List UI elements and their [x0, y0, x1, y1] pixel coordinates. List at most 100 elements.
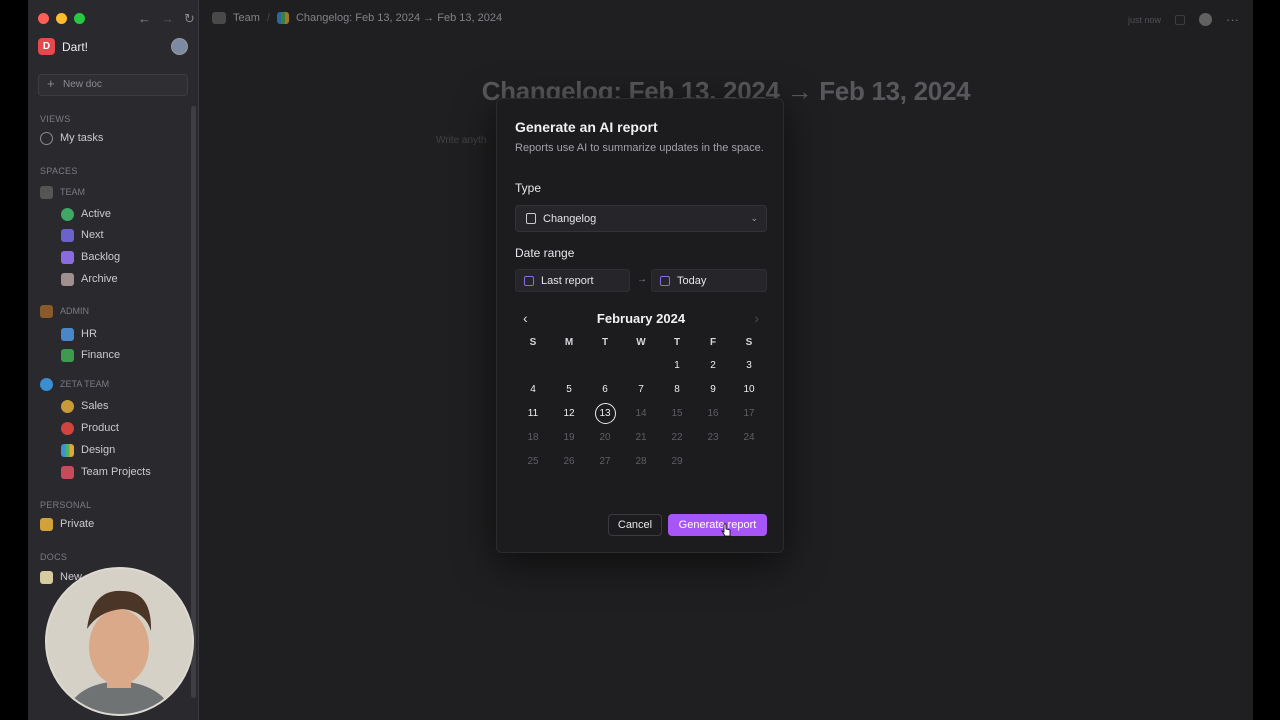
- lock-icon: [40, 517, 53, 531]
- workspace-switcher[interactable]: D Dart!: [38, 38, 88, 55]
- space-label: ADMIN: [60, 306, 89, 316]
- space-team[interactable]: TEAM: [40, 183, 85, 201]
- calendar-day-disabled: 21: [635, 431, 647, 443]
- sidebar-item-finance[interactable]: Finance: [61, 346, 120, 364]
- calendar-month: February 2024: [596, 310, 686, 326]
- history-nav: ← → ↻: [138, 11, 195, 27]
- calendar-day[interactable]: 7: [623, 377, 659, 401]
- layers-icon: [61, 250, 74, 264]
- sidebar-item-product[interactable]: Product: [61, 419, 119, 437]
- bar-chart-icon: [61, 443, 74, 457]
- calendar-day[interactable]: 9: [695, 377, 731, 401]
- back-arrow-icon[interactable]: ←: [138, 11, 151, 27]
- sidebar-item-design[interactable]: Design: [61, 441, 115, 459]
- date-from-field[interactable]: Last report: [515, 269, 630, 292]
- sidebar-item-label: Archive: [81, 273, 118, 285]
- calendar-day[interactable]: 4: [515, 377, 551, 401]
- sidebar-item-label: My tasks: [60, 132, 104, 144]
- calendar-day-disabled: 28: [635, 455, 647, 467]
- calendar-day-disabled: 14: [635, 407, 647, 419]
- sidebar-item-label: Next: [81, 229, 104, 241]
- sidebar-item-hr[interactable]: HR: [61, 325, 97, 343]
- workspace-name: Dart!: [62, 39, 89, 54]
- calendar-day[interactable]: 2: [695, 353, 731, 377]
- calendar-day[interactable]: 5: [551, 377, 587, 401]
- sidebar-item-label: Product: [81, 422, 119, 434]
- calendar-day-disabled: 25: [527, 455, 539, 467]
- next-month-icon: ›: [754, 310, 759, 326]
- date-to-field[interactable]: Today: [651, 269, 767, 292]
- empty-day: [551, 353, 587, 377]
- sidebar-item-archive[interactable]: Archive: [61, 270, 118, 288]
- selected-day-value: 13: [594, 402, 616, 424]
- minimize-window-button[interactable]: [56, 13, 67, 24]
- globe-icon: [40, 377, 53, 391]
- refresh-icon[interactable]: ↻: [184, 11, 195, 27]
- empty-day: [587, 353, 623, 377]
- rocket-icon: [61, 465, 74, 479]
- sidebar-item-next[interactable]: Next: [61, 226, 104, 244]
- type-select[interactable]: Changelog ⌄: [515, 205, 767, 232]
- webcam-overlay: [45, 567, 194, 716]
- empty-day: [623, 353, 659, 377]
- cancel-button[interactable]: Cancel: [608, 514, 662, 536]
- sidebar-item-team-projects[interactable]: Team Projects: [61, 463, 151, 481]
- sidebar-item-active[interactable]: Active: [61, 205, 111, 223]
- generate-report-button[interactable]: Generate report: [668, 514, 767, 536]
- sidebar-item-backlog[interactable]: Backlog: [61, 248, 120, 266]
- calendar-day[interactable]: 3: [731, 353, 767, 377]
- calendar-day[interactable]: 10: [731, 377, 767, 401]
- calendar-grid: S M T W T F S 1 2 3 4 5 6 7 8 9 10 11 12…: [515, 335, 767, 473]
- calendar-day[interactable]: 12: [551, 401, 587, 425]
- prev-month-icon[interactable]: ‹: [523, 310, 528, 326]
- new-doc-button[interactable]: + New doc: [38, 74, 188, 96]
- sidebar-item-sales[interactable]: Sales: [61, 397, 109, 415]
- calendar-day-selected[interactable]: 13: [587, 401, 623, 425]
- space-label: TEAM: [60, 187, 86, 197]
- dart-logo-icon: D: [38, 38, 55, 55]
- sidebar-item-my-tasks[interactable]: My tasks: [40, 129, 103, 147]
- space-admin[interactable]: ADMIN: [40, 302, 89, 320]
- user-avatar[interactable]: [171, 38, 188, 55]
- forward-arrow-icon[interactable]: →: [161, 11, 174, 27]
- calendar-day[interactable]: 6: [587, 377, 623, 401]
- window-edge: [1253, 0, 1280, 720]
- space-zeta-team[interactable]: ZETA TEAM: [40, 375, 109, 393]
- maximize-window-button[interactable]: [74, 13, 85, 24]
- calendar-day-disabled: 17: [743, 407, 755, 419]
- date-from-value: Last report: [541, 274, 594, 287]
- calendar-day-disabled: 24: [743, 431, 755, 443]
- calendar-day[interactable]: 8: [659, 377, 695, 401]
- briefcase-icon: [40, 304, 53, 318]
- sidebar-item-private[interactable]: Private: [40, 515, 94, 533]
- date-range-label: Date range: [515, 246, 575, 260]
- target-icon: [40, 131, 53, 145]
- calendar-day[interactable]: 11: [515, 401, 551, 425]
- sidebar-item-label: Team Projects: [81, 466, 151, 478]
- dialog-title: Generate an AI report: [515, 119, 658, 135]
- new-doc-label: New doc: [63, 79, 102, 90]
- date-to-value: Today: [677, 274, 707, 287]
- calendar-day-disabled: 18: [527, 431, 539, 443]
- spaces-section-label: SPACES: [40, 166, 78, 176]
- calendar-day-disabled: 26: [563, 455, 575, 467]
- calendar-day-disabled: 23: [707, 431, 719, 443]
- weekday-label: M: [564, 336, 574, 348]
- type-select-value: Changelog: [543, 212, 597, 225]
- range-arrow-icon: →: [637, 274, 647, 285]
- sidebar-scrollbar[interactable]: [191, 106, 196, 698]
- weekday-label: F: [709, 336, 717, 348]
- calendar-day[interactable]: 1: [659, 353, 695, 377]
- close-window-button[interactable]: [38, 13, 49, 24]
- empty-day: [515, 353, 551, 377]
- team-icon: [40, 185, 53, 199]
- calendar-day-disabled: 29: [671, 455, 683, 467]
- money-bag-icon: [61, 399, 74, 413]
- calendar-day-disabled: 22: [671, 431, 683, 443]
- target-dart-icon: [61, 421, 74, 435]
- sidebar-item-label: Sales: [81, 400, 109, 412]
- space-label: ZETA TEAM: [60, 379, 110, 389]
- calendar-day-disabled: 19: [563, 431, 575, 443]
- weekday-label: W: [636, 336, 646, 348]
- type-label: Type: [515, 181, 542, 195]
